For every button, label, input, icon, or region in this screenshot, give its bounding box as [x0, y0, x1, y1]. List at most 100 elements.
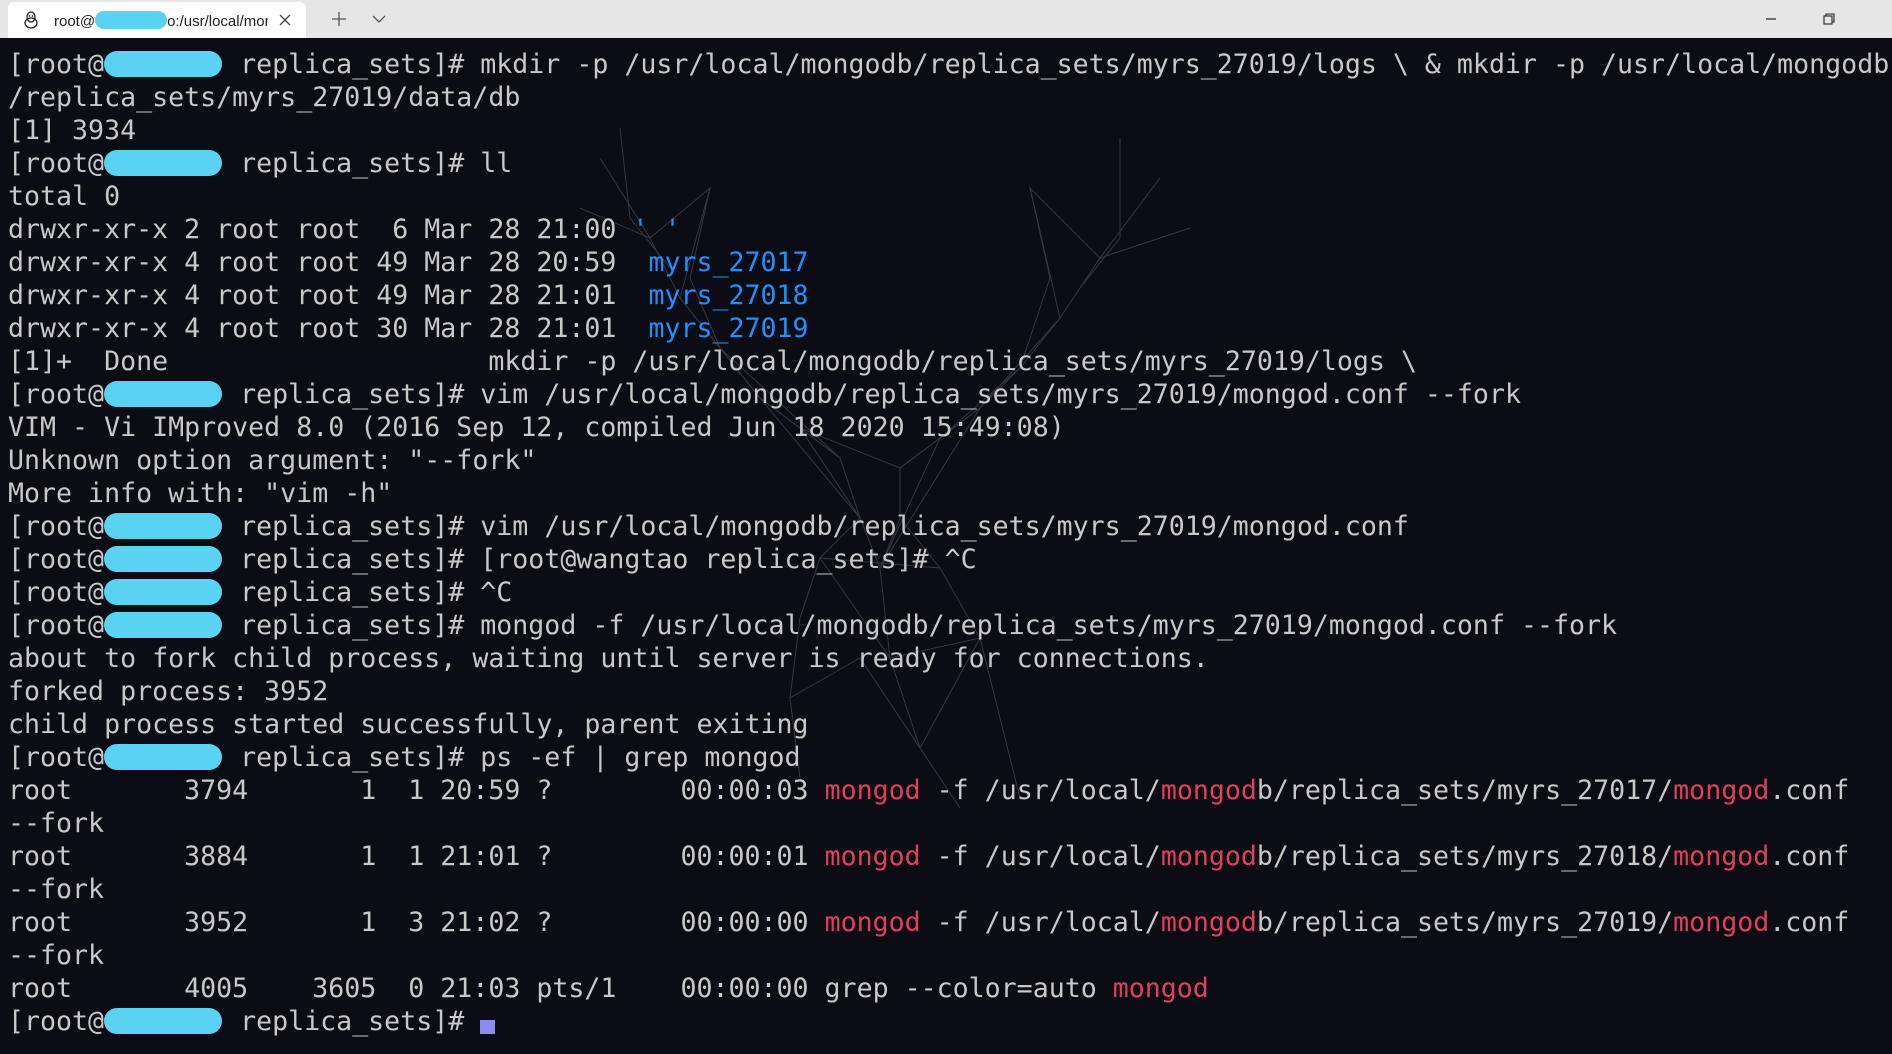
output-text: child process started successfully, pare… [8, 709, 809, 740]
grep-match: mongod [1673, 907, 1770, 938]
terminal-line: [root@ replica_sets]# vim /usr/local/mon… [8, 378, 1884, 411]
terminal-line: VIM - Vi IMproved 8.0 (2016 Sep 12, comp… [8, 411, 1884, 444]
prompt-suffix: replica_sets]# [224, 544, 481, 575]
chevron-down-icon[interactable] [366, 6, 392, 32]
prompt-suffix: replica_sets]# [224, 379, 481, 410]
ps-args: -f /usr/local/ [920, 841, 1161, 872]
output-text: [1] 3934 [8, 115, 137, 146]
ls-entry-info: drwxr-xr-x 4 root root 49 Mar 28 21:01 [8, 280, 649, 311]
terminal-line: about to fork child process, waiting unt… [8, 642, 1884, 675]
ps-args: .conf [1769, 841, 1850, 872]
ps-args: b/replica_sets/myrs_27018/ [1256, 841, 1674, 872]
terminal-line: [root@ replica_sets]# ^C [8, 576, 1884, 609]
redacted-hostname [104, 1008, 223, 1034]
redacted-hostname [104, 51, 223, 77]
redacted-hostname [104, 546, 223, 572]
directory-name: myrs_27018 [648, 280, 809, 311]
output-text: More info with: "vim -h" [8, 478, 393, 509]
grep-match: mongod [1160, 775, 1257, 806]
terminal-line: root 3952 1 3 21:02 ? 00:00:00 mongod -f… [8, 906, 1884, 939]
prompt-suffix: replica_sets]# [224, 577, 481, 608]
prompt-prefix: [root@ [8, 742, 105, 773]
redacted-hostname [104, 381, 223, 407]
grep-match: mongod [1673, 841, 1770, 872]
minimize-icon[interactable] [1742, 0, 1800, 38]
terminal-line: root 3884 1 1 21:01 ? 00:00:01 mongod -f… [8, 840, 1884, 873]
directory-name: myrs_27019 [648, 313, 809, 344]
command-text: [root@wangtao replica_sets]# ^C [480, 544, 977, 575]
terminal-line: [1] 3934 [8, 114, 1884, 147]
tab-title: root@o:/usr/local/mong [54, 10, 268, 30]
ps-args: b/replica_sets/myrs_27019/ [1256, 907, 1674, 938]
terminal-line: --fork [8, 939, 1884, 972]
grep-match: mongod [1112, 973, 1209, 1004]
directory-name: myrs_27017 [648, 247, 809, 278]
output-text: /replica_sets/myrs_27019/data/db [8, 82, 521, 113]
terminal-line: /replica_sets/myrs_27019/data/db [8, 81, 1884, 114]
terminal-line: [root@ replica_sets]# mkdir -p /usr/loca… [8, 48, 1889, 81]
prompt-prefix: [root@ [8, 544, 105, 575]
terminal-line: root 4005 3605 0 21:03 pts/1 00:00:00 gr… [8, 972, 1884, 1005]
terminal-line: [root@ replica_sets]# ll [8, 147, 1884, 180]
terminal-line: [root@ replica_sets]# vim /usr/local/mon… [8, 510, 1884, 543]
command-text: mkdir -p /usr/local/mongodb/replica_sets… [480, 49, 1890, 80]
ps-args: .conf [1769, 775, 1850, 806]
restore-icon[interactable] [1800, 0, 1858, 38]
grep-match: mongod [1160, 907, 1257, 938]
terminal-line: total 0 [8, 180, 1884, 213]
terminal-lines: [root@ replica_sets]# mkdir -p /usr/loca… [8, 48, 1889, 1038]
grep-match: mongod [824, 841, 921, 872]
prompt-prefix: [root@ [8, 1006, 105, 1037]
close-icon[interactable] [274, 9, 296, 31]
terminal-line: --fork [8, 873, 1884, 906]
terminal-tab[interactable]: root@o:/usr/local/mong [8, 2, 306, 38]
terminal-line: [root@ replica_sets]# [8, 1005, 1884, 1038]
redacted-hostname [95, 10, 168, 29]
redacted-hostname [104, 513, 223, 539]
prompt-suffix: replica_sets]# [224, 49, 481, 80]
ps-fields: root 3952 1 3 21:02 ? 00:00:00 [8, 907, 825, 938]
prompt-suffix: replica_sets]# [224, 148, 481, 179]
command-text: vim /usr/local/mongodb/replica_sets/myrs… [480, 511, 1409, 542]
output-text: [1]+ Done mkdir -p /usr/local/mongodb/re… [8, 346, 1417, 377]
prompt-prefix: [root@ [8, 379, 105, 410]
plus-icon[interactable] [326, 6, 352, 32]
output-text: about to fork child process, waiting unt… [8, 643, 1209, 674]
grep-match: mongod [1160, 841, 1257, 872]
title-bar: root@o:/usr/local/mong [0, 0, 1892, 39]
ps-fields: root 3884 1 1 21:01 ? 00:00:01 [8, 841, 825, 872]
terminal-line: --fork [8, 807, 1884, 840]
command-text: vim /usr/local/mongodb/replica_sets/myrs… [480, 379, 1521, 410]
redacted-hostname [104, 579, 223, 605]
terminal-line: root 3794 1 1 20:59 ? 00:00:03 mongod -f… [8, 774, 1884, 807]
command-text: ps -ef | grep mongod [480, 742, 801, 773]
output-text: VIM - Vi IMproved 8.0 (2016 Sep 12, comp… [8, 412, 1065, 443]
redacted-hostname [104, 150, 223, 176]
prompt-suffix: replica_sets]# [224, 511, 481, 542]
prompt-suffix: replica_sets]# [224, 1006, 481, 1037]
terminal-line: drwxr-xr-x 4 root root 30 Mar 28 21:01 m… [8, 312, 1884, 345]
terminal-line: [1]+ Done mkdir -p /usr/local/mongodb/re… [8, 345, 1884, 378]
terminal-line: [root@ replica_sets]# [root@wangtao repl… [8, 543, 1884, 576]
command-text: ^C [480, 577, 513, 608]
prompt-suffix: replica_sets]# [224, 610, 481, 641]
output-text: --fork [8, 940, 105, 971]
redacted-hostname [104, 744, 223, 770]
output-text: Unknown option argument: "--fork" [8, 445, 537, 476]
prompt-prefix: [root@ [8, 577, 105, 608]
prompt-prefix: [root@ [8, 148, 105, 179]
prompt-suffix: replica_sets]# [224, 742, 481, 773]
terminal-line: drwxr-xr-x 4 root root 49 Mar 28 21:01 m… [8, 279, 1884, 312]
ls-entry-info: drwxr-xr-x 2 root root 6 Mar 28 21:00 [8, 214, 633, 245]
output-text: --fork [8, 808, 105, 839]
command-text: ll [480, 148, 513, 179]
output-text: forked process: 3952 [8, 676, 329, 707]
ps-args: b/replica_sets/myrs_27017/ [1256, 775, 1674, 806]
ps-args: -f /usr/local/ [920, 775, 1161, 806]
prompt-prefix: [root@ [8, 49, 105, 80]
terminal-output[interactable]: [root@ replica_sets]# mkdir -p /usr/loca… [0, 38, 1892, 1054]
prompt-prefix: [root@ [8, 511, 105, 542]
terminal-line: forked process: 3952 [8, 675, 1884, 708]
redacted-hostname [104, 612, 223, 638]
terminal-line: child process started successfully, pare… [8, 708, 1884, 741]
